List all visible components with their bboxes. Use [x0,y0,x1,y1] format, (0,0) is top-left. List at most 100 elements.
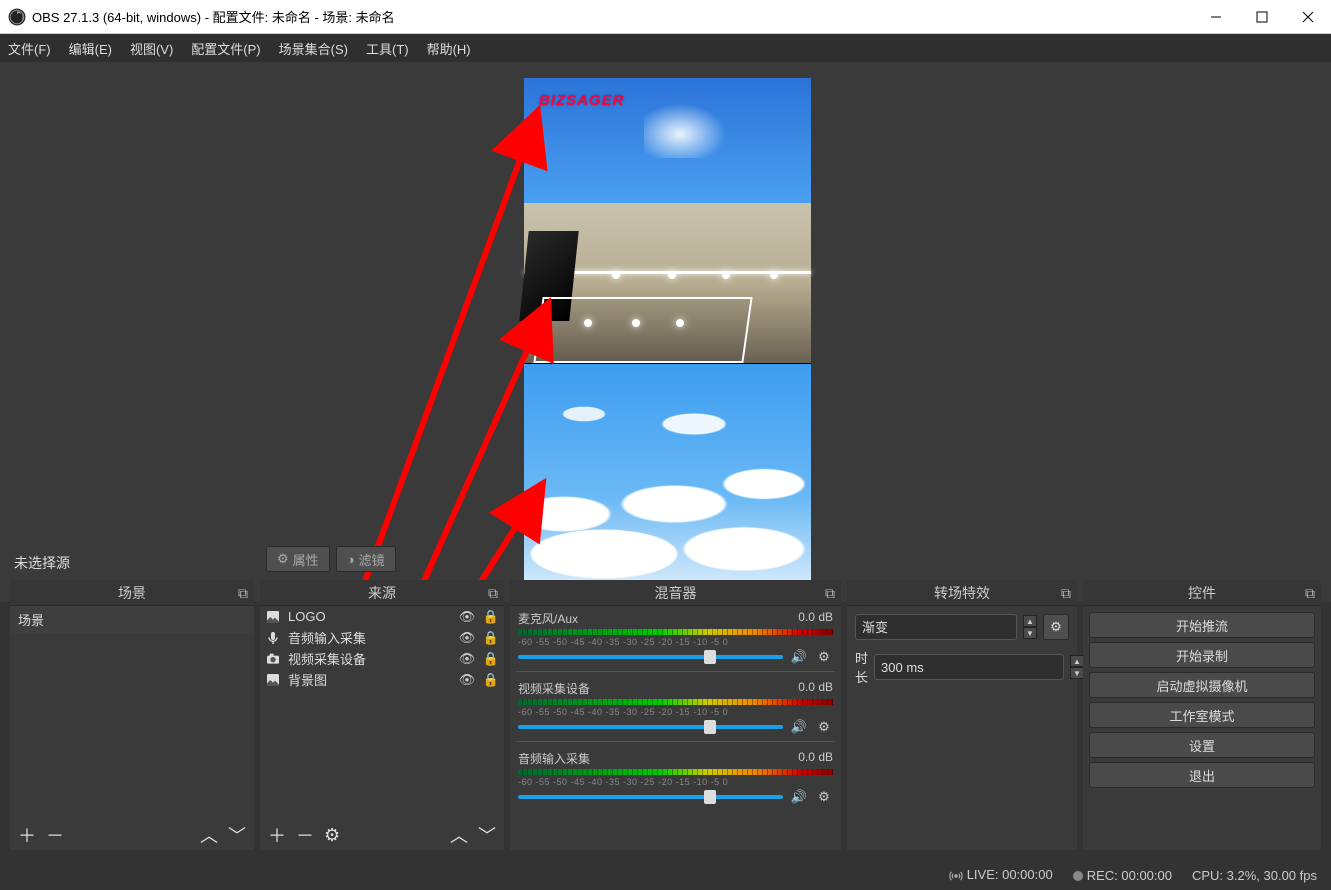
volume-slider[interactable] [518,655,783,659]
properties-button-label: 属性 [293,550,319,569]
audio-scale: -60 -55 -50 -45 -40 -35 -30 -25 -20 -15 … [518,777,833,787]
move-source-up-button[interactable]: ︿ [450,822,468,848]
source-row[interactable]: LOGO👁🔒 [260,606,504,627]
preview-canvas[interactable]: BIZSAGER [524,78,811,587]
main-menu: 文件(F) 编辑(E) 视图(V) 配置文件(P) 场景集合(S) 工具(T) … [0,34,1331,62]
move-scene-up-button[interactable]: ︿ [200,822,218,848]
menu-edit[interactable]: 编辑(E) [69,39,112,58]
menu-file[interactable]: 文件(F) [8,39,51,58]
duration-down-button[interactable]: ▼ [1070,667,1084,679]
window-close-button[interactable] [1285,0,1331,34]
undock-icon[interactable]: ⧉ [238,585,248,602]
status-live: LIVE: 00:00:00 [967,867,1053,882]
visibility-toggle-icon[interactable]: 👁 [458,672,476,688]
control-button[interactable]: 开始录制 [1089,642,1315,668]
menu-profile[interactable]: 配置文件(P) [191,39,260,58]
visibility-toggle-icon[interactable]: 👁 [458,609,476,625]
control-button[interactable]: 工作室模式 [1089,702,1315,728]
menu-view[interactable]: 视图(V) [130,39,173,58]
window-maximize-button[interactable] [1239,0,1285,34]
audio-meter [518,699,833,705]
source-name: 音频输入采集 [288,628,452,647]
no-source-selected-label: 未选择源 [14,553,70,573]
transitions-panel: 转场特效⧉ 渐变 ▲▼ ⚙ 时长 ▲▼ [847,580,1077,850]
transition-settings-button[interactable]: ⚙ [1043,614,1069,640]
duration-up-button[interactable]: ▲ [1070,655,1084,667]
control-button[interactable]: 设置 [1089,732,1315,758]
add-scene-button[interactable]: ＋ [18,822,36,848]
remove-source-button[interactable]: － [296,822,314,848]
window-title: OBS 27.1.3 (64-bit, windows) - 配置文件: 未命名… [32,7,395,26]
source-row[interactable]: 音频输入采集 👁 🔒 [260,627,504,648]
control-button[interactable]: 退出 [1089,762,1315,788]
move-source-down-button[interactable]: ﹀ [478,822,496,848]
undock-icon[interactable]: ⧉ [1061,585,1071,602]
transition-type-select[interactable]: 渐变 [855,614,1017,640]
source-type-icon [264,650,282,668]
preview-brand-text: BIZSAGER [539,92,625,109]
mixer-track: 麦克风/Aux 0.0 dB -60 -55 -50 -45 -40 -35 -30… [510,606,841,667]
track-settings-button[interactable]: ⚙ [815,719,833,735]
lock-toggle-icon[interactable]: 🔒 [482,609,500,625]
preview-layer-video-capture [524,203,811,363]
mixer-track-name: 视频采集设备 [518,680,590,697]
volume-slider[interactable] [518,795,783,799]
undock-icon[interactable]: ⧉ [488,585,498,602]
lock-toggle-icon[interactable]: 🔒 [482,651,500,667]
source-row[interactable]: 背景图 👁 🔒 [260,669,504,690]
transition-duration-label: 时长 [855,648,868,686]
source-type-icon [264,608,282,626]
controls-panel: 控件 ⧉ 开始推流开始录制启动虚拟摄像机工作室模式设置退出 [1083,580,1321,850]
status-cpu: CPU: 3.2%, 30.00 fps [1192,868,1317,883]
volume-slider[interactable] [518,725,783,729]
mute-button[interactable]: 🔊 [789,719,809,735]
mixer-track: 视频采集设备 0.0 dB -60 -55 -50 -45 -40 -35 -30 … [510,676,841,737]
add-source-button[interactable]: ＋ [268,822,286,848]
filters-button-label: 滤镜 [359,550,385,569]
source-row[interactable]: 视频采集设备👁🔒 [260,648,504,669]
remove-scene-button[interactable]: － [46,822,64,848]
undock-icon[interactable]: ⧉ [1305,585,1315,602]
mixer-track-level: 0.0 dB [798,750,833,767]
track-settings-button[interactable]: ⚙ [815,789,833,805]
track-settings-button[interactable]: ⚙ [815,649,833,665]
mute-button[interactable]: 🔊 [789,649,809,665]
mute-button[interactable]: 🔊 [789,789,809,805]
scenes-panel: 场景 ⧉ 场景 ＋ － ︿ ﹀ [10,580,254,850]
transition-duration-input[interactable] [874,654,1064,680]
transition-down-button[interactable]: ▼ [1023,627,1037,639]
sources-panel: 来源⧉ LOGO👁🔒音频输入采集👁🔒视频采集设备👁🔒背景图👁🔒 ＋ － ⚙ ︿ … [260,580,504,850]
audio-scale: -60 -55 -50 -45 -40 -35 -30 -25 -20 -15 … [518,637,833,647]
menu-tools[interactable]: 工具(T) [366,39,409,58]
undock-icon[interactable]: ⧉ [825,585,835,602]
visibility-toggle-icon[interactable]: 👁 [458,630,476,646]
mixer-track-name: 麦克风/Aux [518,610,578,627]
lock-toggle-icon[interactable]: 🔒 [482,672,500,688]
move-scene-down-button[interactable]: ﹀ [228,822,246,848]
control-button[interactable]: 启动虚拟摄像机 [1089,672,1315,698]
record-dot-icon [1073,871,1083,881]
source-name: 背景图 [288,670,452,689]
controls-panel-title: 控件 [1188,583,1216,603]
scenes-panel-title: 场景 [118,583,146,603]
visibility-toggle-icon[interactable]: 👁 [458,651,476,667]
lock-toggle-icon[interactable]: 🔒 [482,630,500,646]
window-minimize-button[interactable] [1193,0,1239,34]
mixer-track-level: 0.0 dB [798,680,833,697]
transition-up-button[interactable]: ▲ [1023,615,1037,627]
audio-meter [518,769,833,775]
audio-meter [518,629,833,635]
control-button[interactable]: 开始推流 [1089,612,1315,638]
source-properties-button[interactable]: ⚙ [324,825,340,846]
menu-scene-collection[interactable]: 场景集合(S) [279,39,348,58]
mixer-track-level: 0.0 dB [798,610,833,627]
preview-area[interactable]: BIZSAGER [0,62,1331,602]
scene-item[interactable]: 场景 [10,606,254,633]
filters-button[interactable]: ◑ 滤镜 [336,546,396,572]
preview-layer-background-image [524,364,811,588]
audio-scale: -60 -55 -50 -45 -40 -35 -30 -25 -20 -15 … [518,707,833,717]
menu-help[interactable]: 帮助(H) [427,39,471,58]
properties-button[interactable]: ⚙ 属性 [266,546,330,572]
mixer-track-name: 音频输入采集 [518,750,590,767]
transitions-panel-title: 转场特效 [934,583,990,603]
